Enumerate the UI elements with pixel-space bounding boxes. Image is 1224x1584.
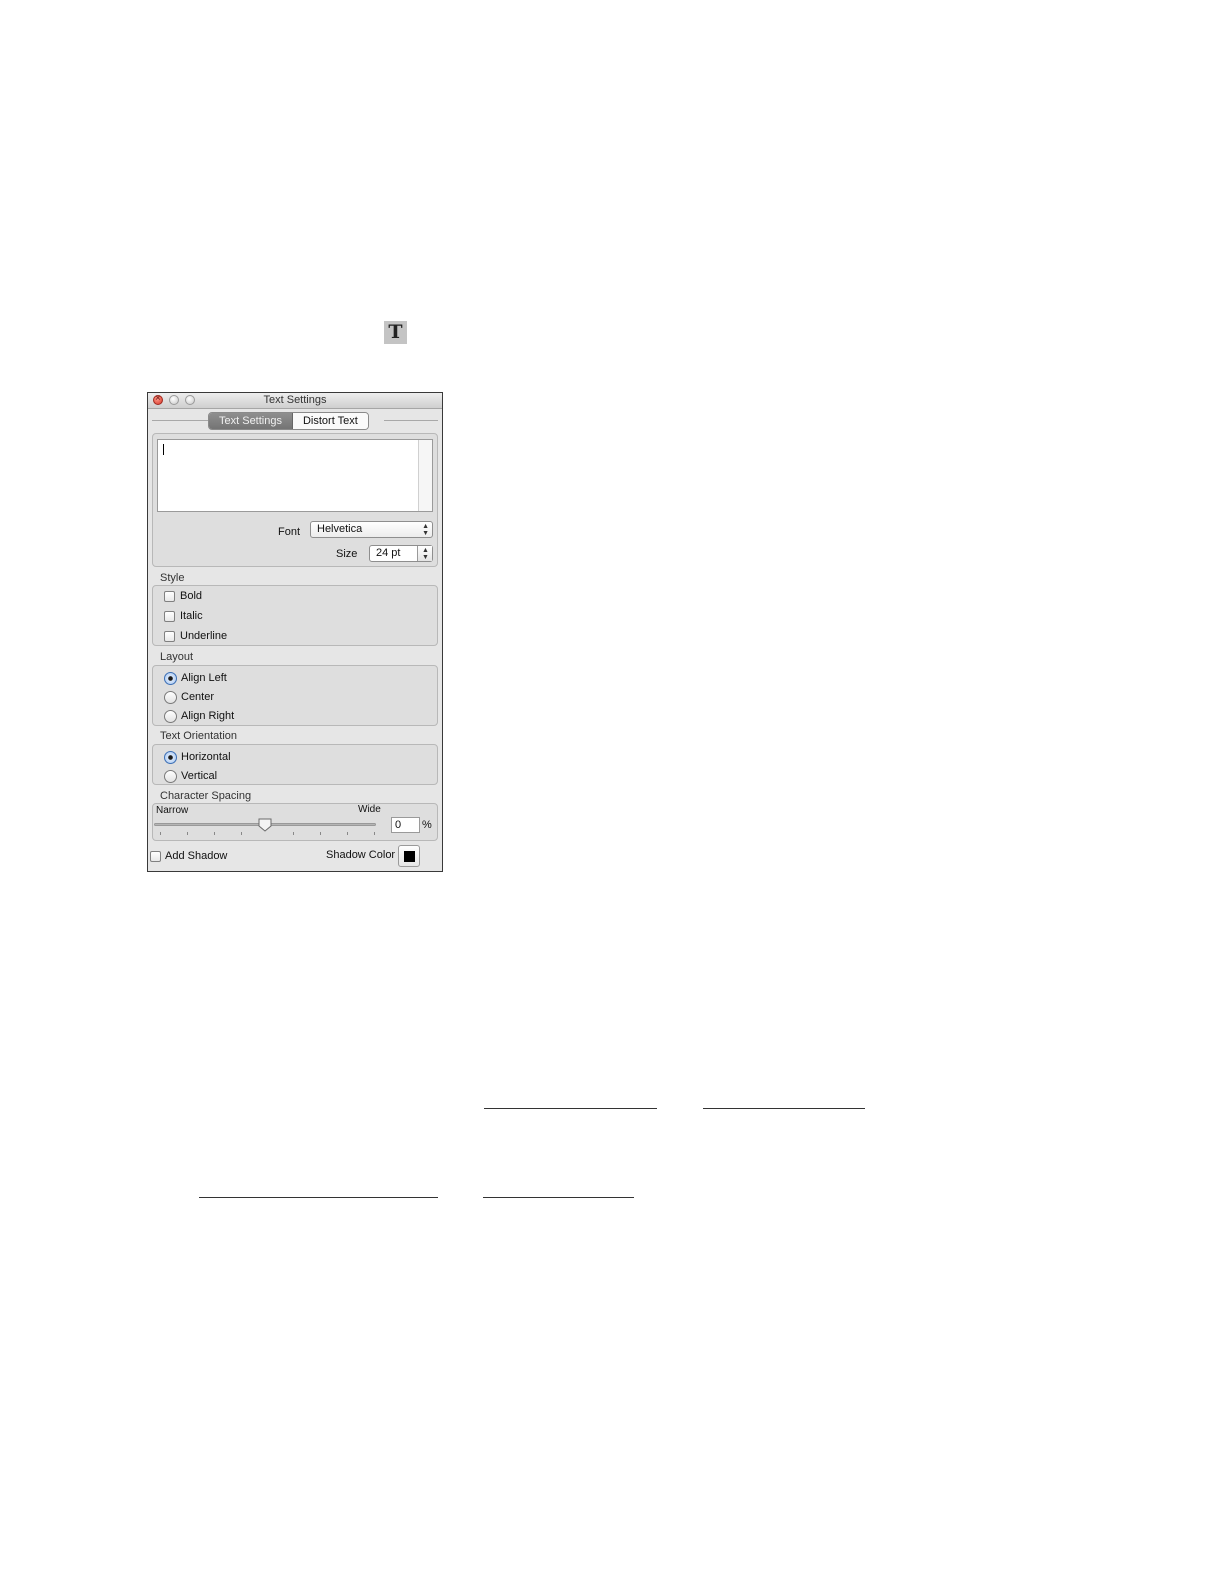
style-section-label: Style [160,572,185,584]
font-label: Font [278,526,301,538]
add-shadow-label: Add Shadow [165,850,228,862]
answer-blank-line [199,1197,438,1198]
tab-divider-right [384,420,438,421]
vertical-label: Vertical [181,770,218,782]
slider-tick [293,832,294,835]
text-scrollbar[interactable] [418,440,432,511]
window-title: Text Settings [263,394,327,406]
slider-tick [347,832,348,835]
text-caret [163,444,164,455]
italic-label: Italic [180,610,203,622]
italic-checkbox[interactable] [164,611,175,622]
slider-tick [241,832,242,835]
add-shadow-checkbox[interactable] [150,851,161,862]
narrow-label: Narrow [156,805,189,816]
size-value: 24 pt [376,547,401,559]
center-radio[interactable] [164,691,177,704]
align-left-radio[interactable] [164,672,177,685]
center-label: Center [181,691,215,703]
title-bar: Text Settings [148,393,442,409]
slider-tick [214,832,215,835]
layout-section-label: Layout [160,651,194,663]
answer-blank-line [483,1197,634,1198]
size-field[interactable]: 24 pt ▲ ▼ [369,545,433,562]
size-label: Size [336,548,358,560]
spacing-unit-label: % [422,819,432,831]
select-arrows-icon: ▲ ▼ [422,523,429,537]
horizontal-label: Horizontal [181,751,231,763]
tab-text-settings[interactable]: Text Settings [209,413,293,429]
spacing-slider-thumb[interactable] [258,818,272,832]
text-tool-icon[interactable]: T [384,321,407,344]
bold-label: Bold [180,590,203,602]
answer-blank-line [703,1108,865,1109]
answer-blank-line [484,1108,657,1109]
vertical-radio[interactable] [164,770,177,783]
spacing-section-label: Character Spacing [160,790,252,802]
align-right-radio[interactable] [164,710,177,723]
font-select[interactable]: Helvetica ▲ ▼ [310,521,433,538]
align-right-label: Align Right [181,710,235,722]
tab-distort-text[interactable]: Distort Text [292,413,368,429]
slider-tick [320,832,321,835]
tab-divider-left [152,420,208,421]
slider-tick [160,832,161,835]
orientation-section-label: Text Orientation [160,730,238,742]
slider-tick [187,832,188,835]
spacing-value-field[interactable]: 0 [391,817,420,833]
bold-checkbox[interactable] [164,591,175,602]
text-settings-panel: Text Settings Text Settings Distort Text… [147,392,443,872]
underline-label: Underline [180,630,228,642]
align-left-label: Align Left [181,672,227,684]
slider-tick [374,832,375,835]
text-input[interactable] [157,439,433,512]
shadow-color-label: Shadow Color [326,849,396,861]
font-value: Helvetica [317,523,363,535]
underline-checkbox[interactable] [164,631,175,642]
horizontal-radio[interactable] [164,751,177,764]
shadow-color-button[interactable] [398,845,420,867]
size-stepper[interactable]: ▲ ▼ [417,546,432,561]
shadow-color-swatch [404,851,415,862]
tab-bar: Text Settings Distort Text [208,412,369,430]
wide-label: Wide [358,804,381,815]
